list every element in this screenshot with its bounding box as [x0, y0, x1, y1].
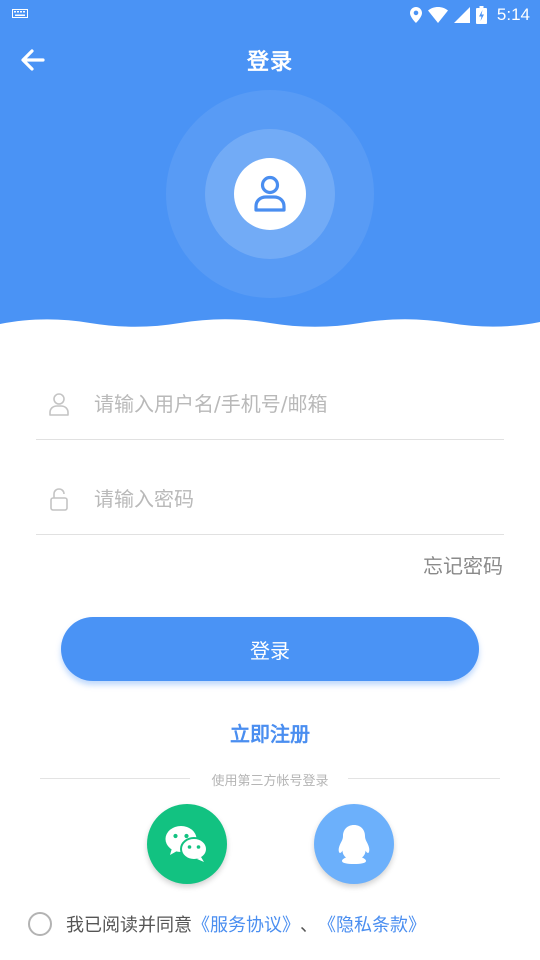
- agreement-separator: 、: [300, 915, 318, 936]
- register-section: 立即注册: [0, 718, 540, 747]
- wechat-icon: [165, 826, 208, 862]
- qq-login-button[interactable]: [314, 804, 394, 884]
- status-bar: 5:14: [0, 0, 540, 30]
- avatar: [234, 158, 306, 230]
- username-input[interactable]: [94, 384, 494, 424]
- agreement-checkbox[interactable]: [28, 912, 52, 936]
- header-wave: [0, 319, 540, 345]
- password-field: [36, 465, 504, 535]
- user-outline-icon: [49, 393, 69, 416]
- wechat-login-button[interactable]: [147, 804, 227, 884]
- battery-charging-icon: [475, 6, 487, 24]
- login-button[interactable]: 登录: [61, 617, 479, 681]
- username-field: [36, 370, 504, 440]
- terms-of-service-link[interactable]: 《服务协议》: [192, 911, 300, 937]
- header: 5:14 登录: [0, 0, 540, 345]
- qq-icon: [338, 825, 370, 864]
- forgot-password-link[interactable]: 忘记密码: [423, 550, 503, 579]
- password-input[interactable]: [94, 479, 494, 519]
- third-party-label: 使用第三方帐号登录: [211, 774, 329, 789]
- page-title: 登录: [246, 50, 293, 75]
- user-icon: [254, 175, 286, 212]
- wifi-icon: [427, 7, 448, 23]
- location-icon: [409, 7, 422, 23]
- signal-icon: [453, 7, 470, 23]
- lock-icon: [50, 488, 68, 511]
- status-icons: 5:14: [409, 4, 530, 26]
- status-time: 5:14: [496, 5, 530, 24]
- agreement-row: 我已阅读并同意 《服务协议》 、 《隐私条款》: [28, 910, 426, 938]
- privacy-policy-link[interactable]: 《隐私条款》: [318, 911, 426, 937]
- register-link[interactable]: 立即注册: [230, 722, 310, 746]
- divider-right: [348, 778, 500, 779]
- agreement-prefix: 我已阅读并同意: [66, 915, 192, 936]
- title-bar: 登录: [0, 30, 540, 90]
- keyboard-icon: [12, 9, 28, 18]
